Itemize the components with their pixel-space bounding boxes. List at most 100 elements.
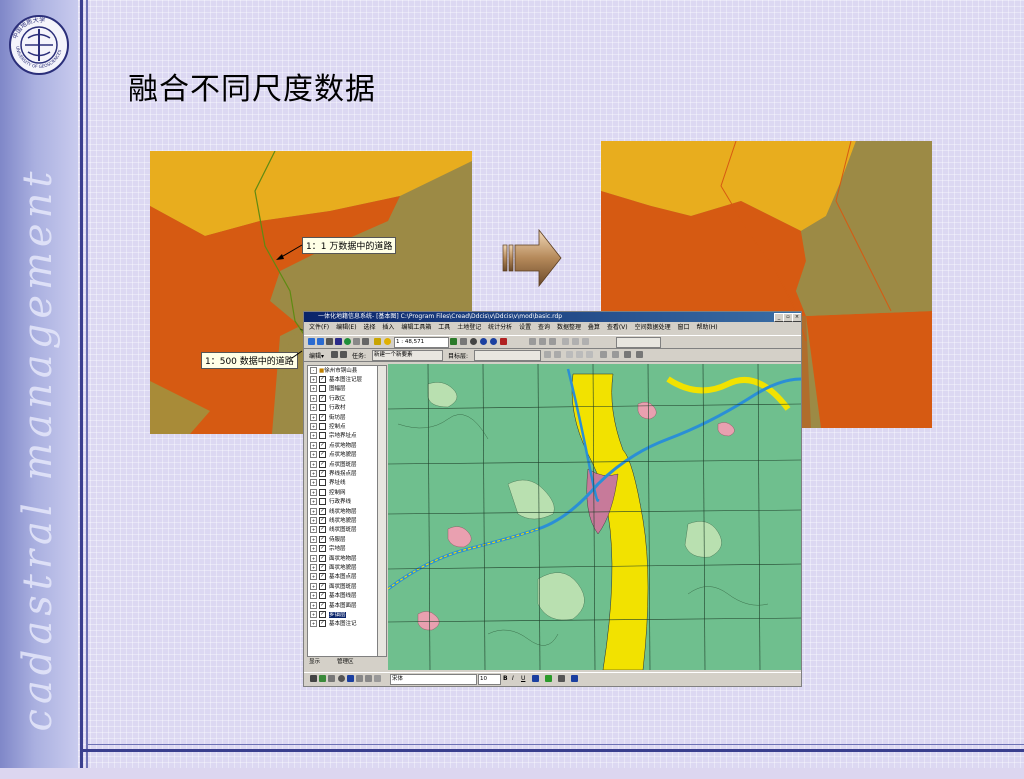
- expand-icon[interactable]: +: [310, 470, 317, 477]
- find-icon[interactable]: [374, 338, 381, 345]
- sketch-tool-4-icon[interactable]: [576, 351, 583, 358]
- expand-icon[interactable]: +: [310, 582, 317, 590]
- italic-button[interactable]: I: [512, 675, 514, 682]
- menu-select[interactable]: 选择: [363, 324, 375, 331]
- menu-edit[interactable]: 编辑(E): [336, 324, 356, 331]
- toc-layer-item[interactable]: + ✓ 街坊层: [310, 413, 346, 423]
- zoom-out-icon[interactable]: [317, 338, 324, 345]
- expand-icon[interactable]: +: [310, 385, 317, 393]
- stop-icon[interactable]: [500, 338, 507, 345]
- layer-visibility-checkbox[interactable]: [319, 385, 326, 393]
- curve-icon[interactable]: [328, 675, 335, 682]
- toc-layer-item[interactable]: + ✓ 基本图点层: [310, 573, 357, 582]
- point-icon[interactable]: [338, 675, 345, 682]
- expand-icon[interactable]: +: [310, 423, 317, 430]
- bold-button[interactable]: B: [503, 675, 508, 682]
- text-tool-icon[interactable]: [347, 675, 354, 682]
- toc-layer-item[interactable]: + ✓ 线状地物层: [310, 507, 357, 517]
- identify-icon[interactable]: [362, 338, 369, 345]
- toc-layer-item[interactable]: + ✓ 界线拐点层: [310, 470, 357, 479]
- toc-layer-item[interactable]: + ✓ 面状地貌层: [310, 564, 357, 573]
- menu-help[interactable]: 帮助(H): [696, 324, 717, 331]
- scale-input[interactable]: 1 : 48,571: [394, 337, 449, 348]
- expand-icon[interactable]: +: [310, 413, 317, 421]
- pan-icon[interactable]: [326, 338, 333, 345]
- toc-layer-item[interactable]: + ✓ 点状地物层: [310, 441, 357, 451]
- layer-visibility-checkbox[interactable]: [319, 479, 326, 487]
- toc-layer-item[interactable]: + ✓ 线状地貌层: [310, 517, 357, 526]
- toc-layer-item[interactable]: + ✓ 面状图斑层: [310, 582, 357, 592]
- layer-visibility-checkbox[interactable]: ✓: [319, 592, 326, 600]
- expand-icon[interactable]: +: [310, 441, 317, 449]
- toc-layer-item[interactable]: + ✓ 点状地貌层: [310, 451, 357, 460]
- expand-icon[interactable]: +: [310, 479, 317, 487]
- edit-tool-4-icon[interactable]: [562, 338, 569, 345]
- layer-visibility-checkbox[interactable]: [319, 404, 326, 412]
- expand-icon[interactable]: +: [310, 573, 317, 581]
- menu-overlay[interactable]: 叠算: [588, 324, 600, 331]
- target-select[interactable]: [474, 350, 541, 361]
- expand-icon[interactable]: +: [310, 592, 317, 600]
- layer-visibility-checkbox[interactable]: ✓: [319, 451, 326, 459]
- info-2-icon[interactable]: [490, 338, 497, 345]
- bulb-icon[interactable]: [384, 338, 391, 345]
- layer-visibility-checkbox[interactable]: [319, 498, 326, 506]
- menu-tools[interactable]: 工具: [438, 324, 450, 331]
- arrow-select-icon[interactable]: [331, 351, 338, 358]
- rectangle-icon[interactable]: [356, 675, 363, 682]
- expand-icon[interactable]: +: [310, 620, 317, 628]
- menu-query[interactable]: 查询: [538, 324, 550, 331]
- underline-button[interactable]: U: [521, 675, 525, 682]
- expand-icon[interactable]: +: [310, 404, 317, 412]
- expand-icon[interactable]: +: [310, 488, 317, 496]
- menu-edit-toolbox[interactable]: 编辑工具箱: [401, 324, 431, 331]
- expand-icon[interactable]: +: [310, 601, 317, 609]
- edit-tool-6-icon[interactable]: [582, 338, 589, 345]
- toc-layer-item[interactable]: + ✓ 基本图面层: [310, 601, 357, 611]
- zoom-in-icon[interactable]: [308, 338, 315, 345]
- toc-layer-item[interactable]: + 行政村: [310, 404, 346, 413]
- expand-icon[interactable]: +: [310, 451, 317, 459]
- attribute-table-icon[interactable]: [624, 351, 631, 358]
- menu-data-tidy[interactable]: 数据整理: [557, 324, 581, 331]
- layer-visibility-checkbox[interactable]: ✓: [319, 611, 326, 618]
- layer-visibility-checkbox[interactable]: ✓: [319, 507, 326, 515]
- layer-visibility-checkbox[interactable]: ✓: [319, 564, 326, 571]
- sketch-tool-3-icon[interactable]: [566, 351, 573, 358]
- rotate-icon[interactable]: [319, 675, 326, 682]
- globe-icon[interactable]: [344, 338, 351, 345]
- layer-select[interactable]: [616, 337, 661, 348]
- expand-icon[interactable]: +: [310, 460, 317, 468]
- sketch-properties-icon[interactable]: [636, 351, 643, 358]
- expand-icon[interactable]: +: [310, 394, 317, 402]
- menu-window[interactable]: 窗口: [678, 324, 690, 331]
- toc-layer-item[interactable]: + 控制点: [310, 423, 346, 432]
- layer-visibility-checkbox[interactable]: [319, 432, 326, 440]
- print-icon[interactable]: [460, 338, 467, 345]
- layer-visibility-checkbox[interactable]: ✓: [319, 460, 326, 468]
- hand-icon[interactable]: [353, 338, 360, 345]
- toc-layer-item[interactable]: + ✓ 侍服层: [310, 535, 346, 545]
- info-icon[interactable]: [480, 338, 487, 345]
- line-color-icon[interactable]: [558, 675, 565, 682]
- toc-scrollbar[interactable]: [377, 366, 386, 656]
- layer-visibility-checkbox[interactable]: ✓: [319, 535, 326, 543]
- layer-visibility-checkbox[interactable]: ✓: [319, 470, 326, 477]
- gis-map-canvas[interactable]: [388, 364, 801, 670]
- expand-icon[interactable]: +: [310, 432, 317, 440]
- expand-icon[interactable]: +: [310, 564, 317, 571]
- close-button[interactable]: ×: [792, 313, 801, 322]
- layer-visibility-checkbox[interactable]: ✓: [319, 620, 326, 628]
- expand-icon[interactable]: +: [310, 545, 317, 553]
- layer-icon[interactable]: [470, 338, 477, 345]
- toc-layer-item[interactable]: + ✓ 面状地物层: [310, 554, 357, 564]
- tab-display[interactable]: 显示: [309, 657, 320, 665]
- layer-visibility-checkbox[interactable]: [319, 488, 326, 496]
- pencil-icon[interactable]: [340, 351, 347, 358]
- callout-icon[interactable]: [365, 675, 372, 682]
- menu-spatial-processing[interactable]: 空间数据处理: [635, 324, 671, 331]
- layer-visibility-checkbox[interactable]: ✓: [319, 601, 326, 609]
- full-extent-icon[interactable]: [335, 338, 342, 345]
- toc-layer-item[interactable]: + ✓ 基本图注记层: [310, 376, 362, 385]
- edit-tool-2-icon[interactable]: [539, 338, 546, 345]
